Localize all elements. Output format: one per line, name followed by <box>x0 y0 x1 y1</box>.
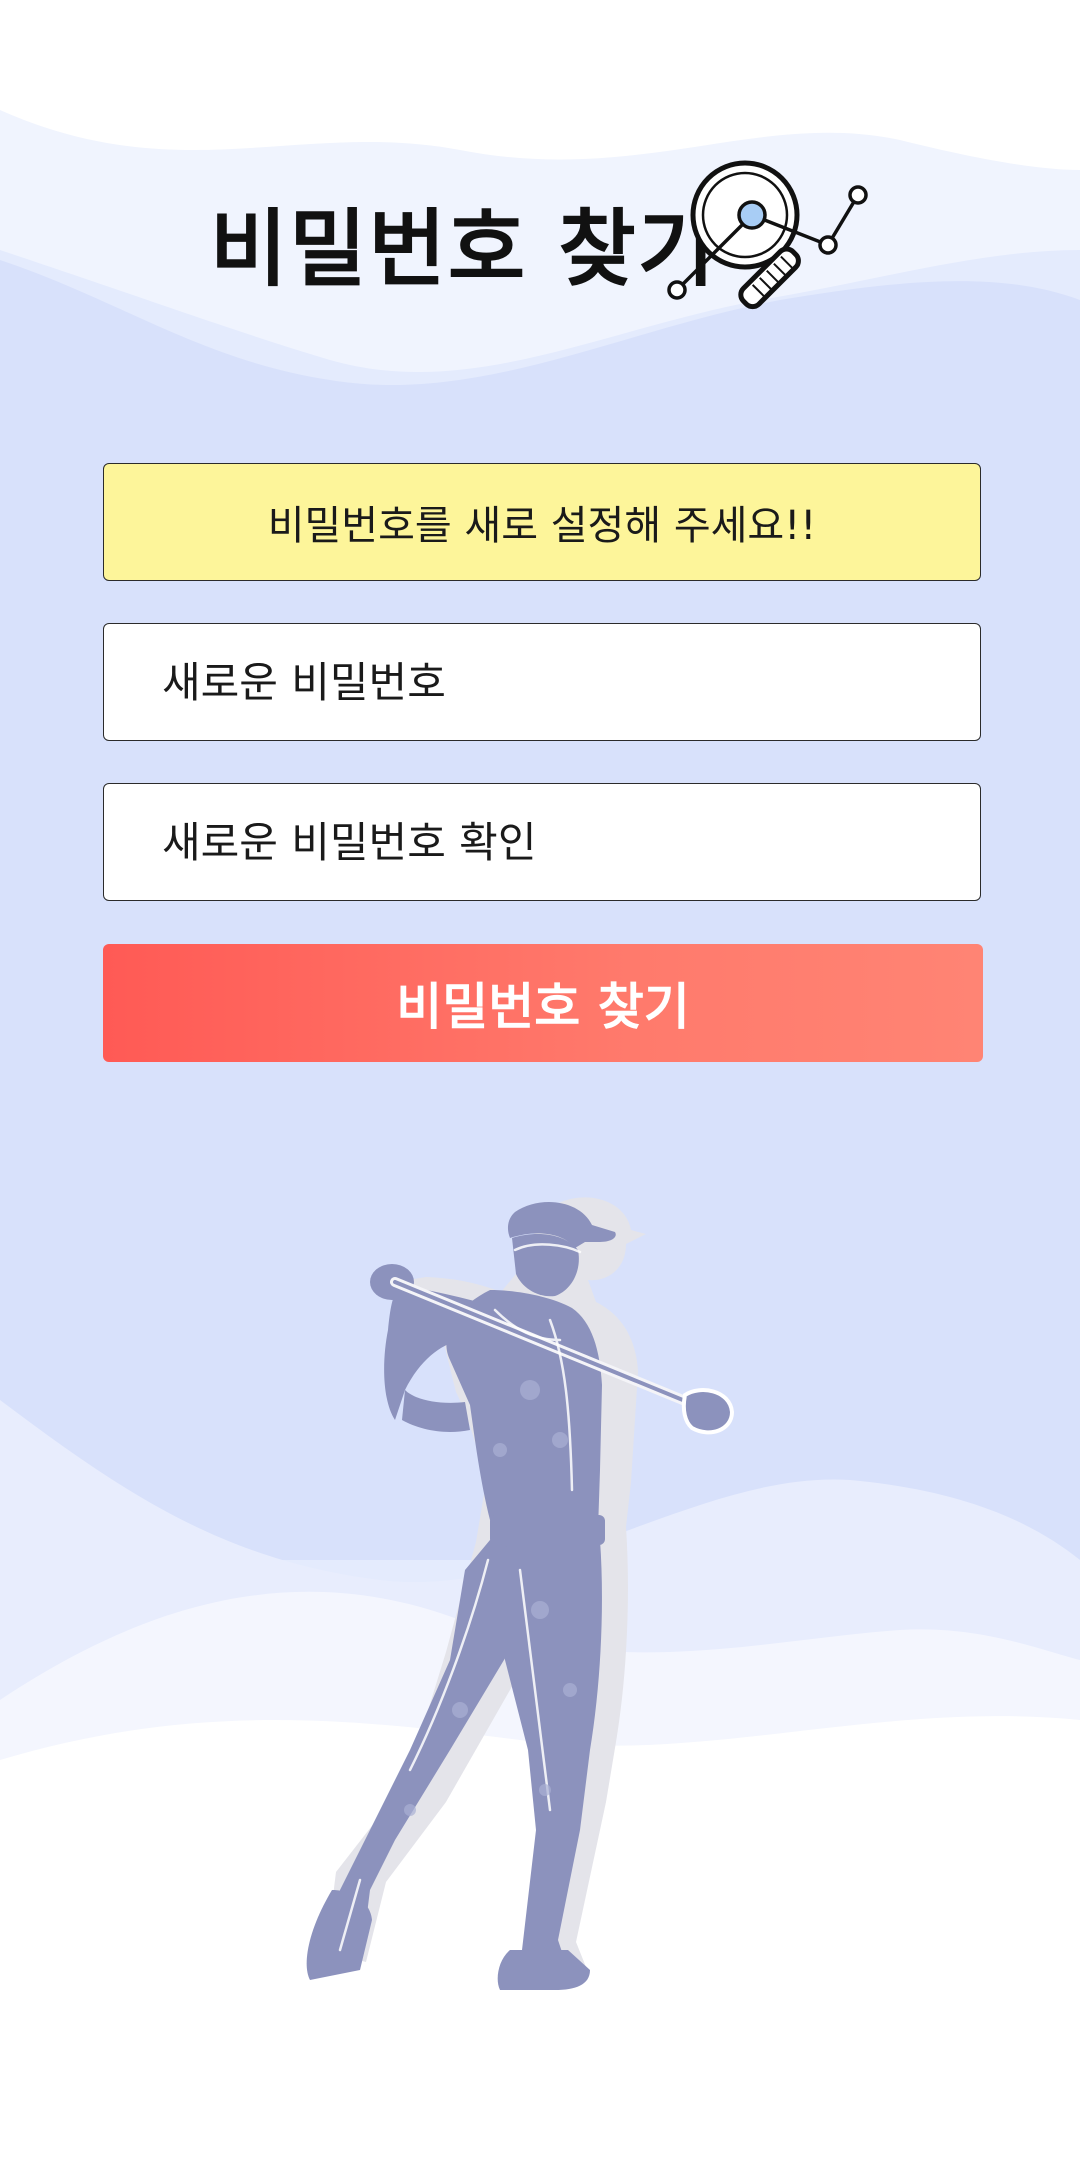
new-password-input[interactable] <box>103 623 981 741</box>
find-password-screen: 비밀번호 찾기 비밀번호를 새로 설정해 주세요!! 비밀번호 찾기 <box>0 0 1080 2160</box>
page-title: 비밀번호 찾기 <box>210 200 717 298</box>
notice-text: 비밀번호를 새로 설정해 주세요!! <box>267 503 817 549</box>
find-password-button[interactable]: 비밀번호 찾기 <box>103 944 983 1062</box>
header: 비밀번호 찾기 <box>0 150 1080 320</box>
notice-banner: 비밀번호를 새로 설정해 주세요!! <box>103 463 981 581</box>
golfer-illustration <box>306 1197 735 1990</box>
confirm-password-input[interactable] <box>103 783 981 901</box>
magnifier-chart-icon <box>667 160 868 310</box>
